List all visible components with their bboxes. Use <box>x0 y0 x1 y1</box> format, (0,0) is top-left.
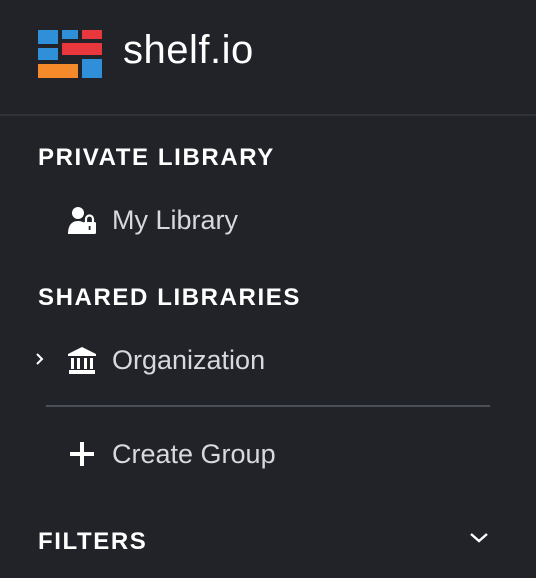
create-group-button[interactable]: Create Group <box>30 432 500 476</box>
plus-icon <box>67 439 97 469</box>
section-title-shared-libraries: SHARED LIBRARIES <box>38 284 301 311</box>
sidebar-header: shelf.io <box>0 0 536 114</box>
chevron-down-icon[interactable] <box>467 528 491 548</box>
nav-item-label: My Library <box>112 205 239 235</box>
shelf-logo-icon[interactable] <box>38 30 102 78</box>
nav-item-label: Create Group <box>112 439 276 469</box>
nav-item-my-library[interactable]: My Library <box>30 198 500 242</box>
section-title-private-library: PRIVATE LIBRARY <box>38 144 275 171</box>
nav-item-label: Organization <box>112 345 266 375</box>
nav-item-organization[interactable]: Organization <box>30 338 500 382</box>
bank-icon <box>67 345 97 375</box>
section-divider <box>46 405 490 407</box>
user-lock-icon <box>67 205 97 235</box>
brand-name[interactable]: shelf.io <box>123 22 254 78</box>
header-divider <box>0 114 536 116</box>
chevron-right-icon[interactable] <box>34 351 46 367</box>
section-title-filters: FILTERS <box>38 528 148 555</box>
